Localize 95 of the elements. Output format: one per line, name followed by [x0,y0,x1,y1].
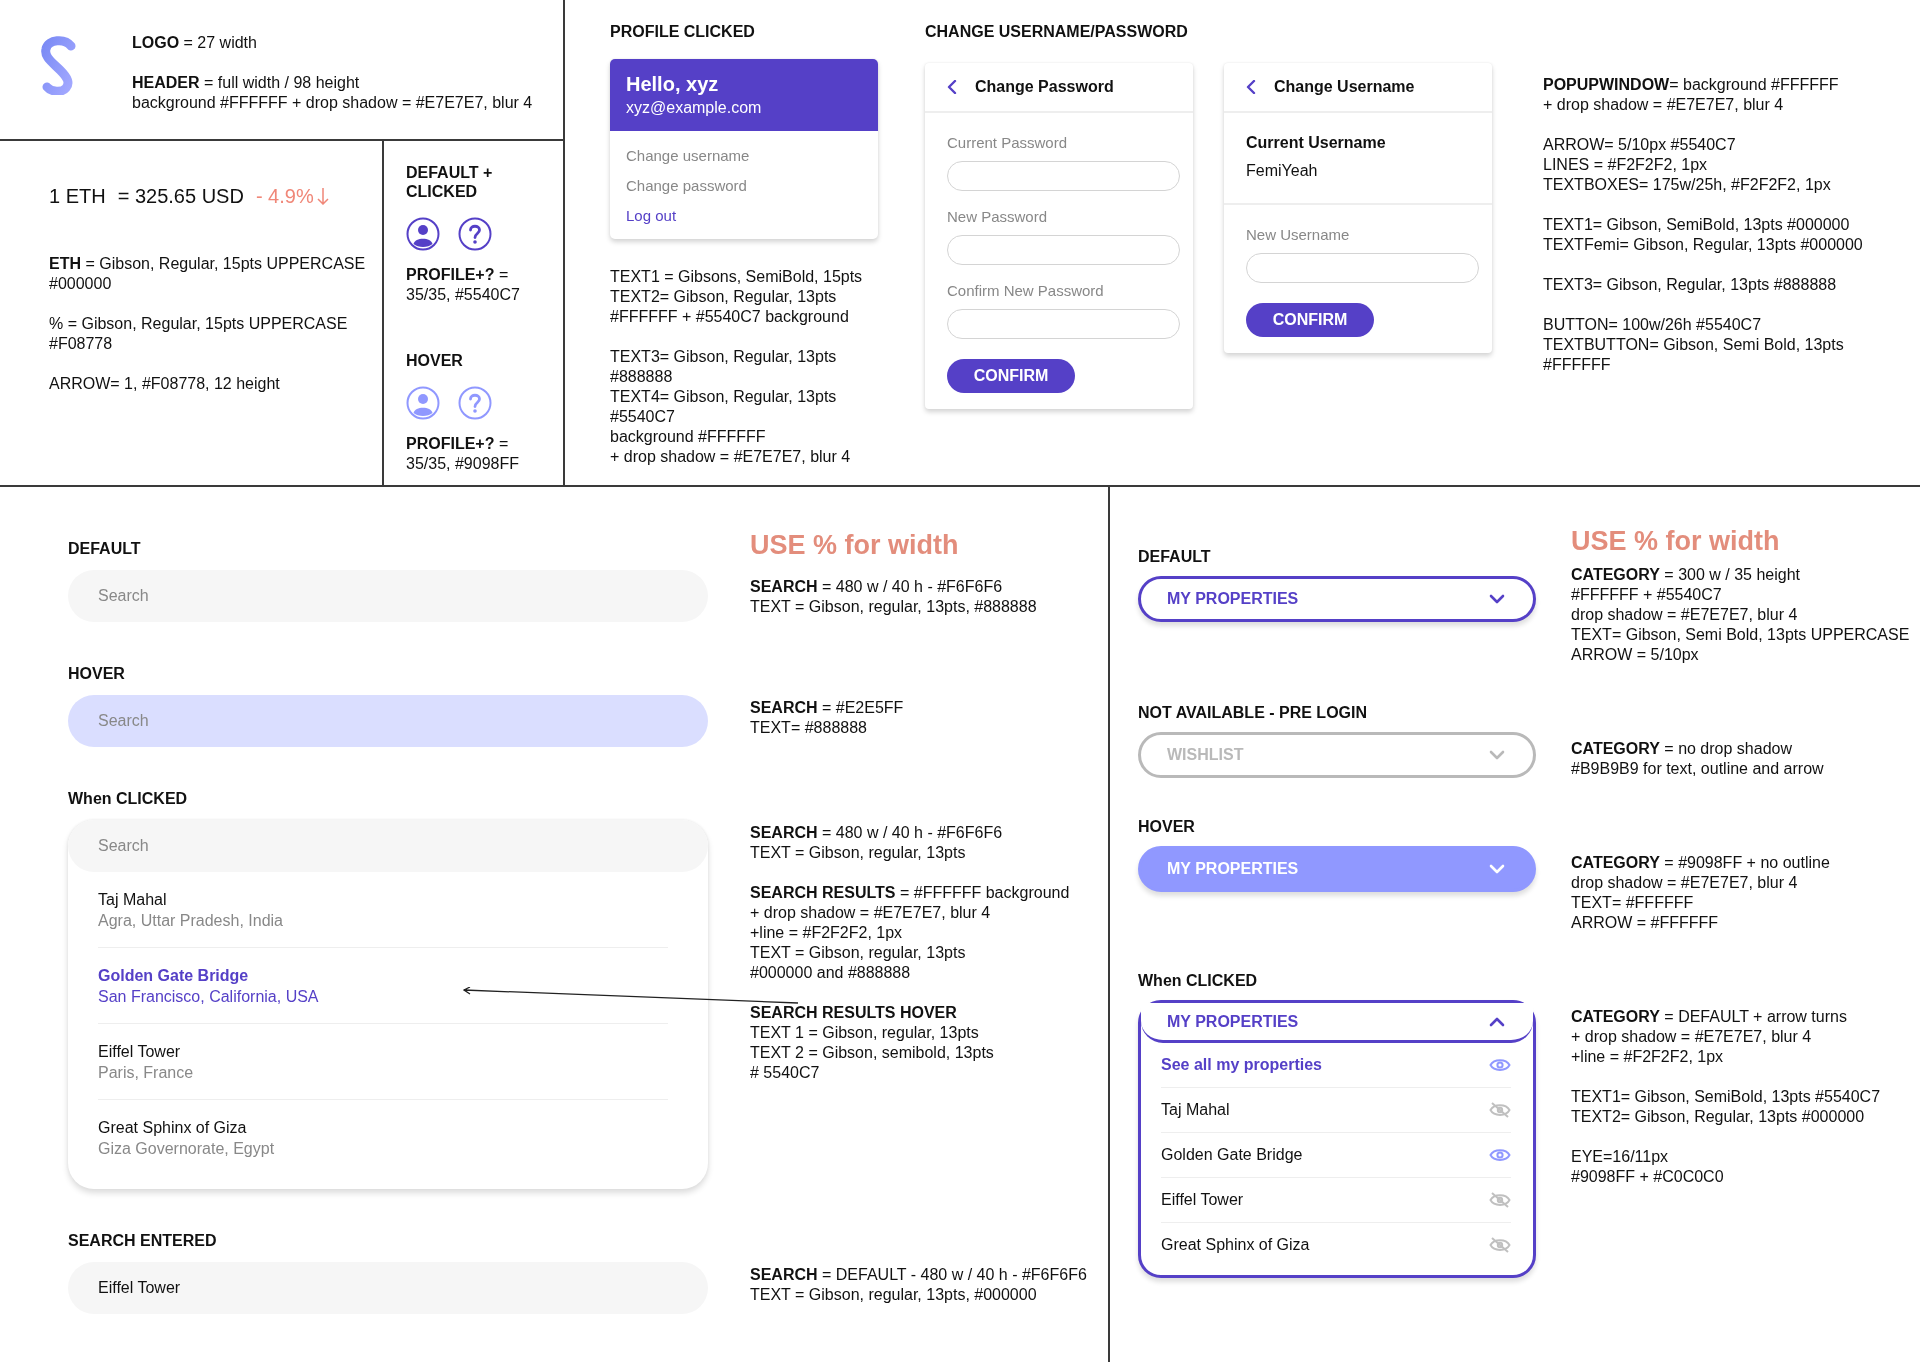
search-result[interactable]: Great Sphinx of Giza Giza Governorate, Egypt [98,1100,668,1175]
state-title: HOVER [1138,817,1196,836]
eye-slash-icon[interactable] [1489,1102,1511,1118]
eye-icon[interactable] [1489,1147,1511,1163]
spec-note: SEARCH = #E2E5FF TEXT= #888888 [750,698,905,738]
search-result[interactable]: Eiffel Tower Paris, France [98,1024,668,1100]
search-field[interactable]: Eiffel Tower [68,1262,708,1314]
spec-note: CATEGORY = DEFAULT + arrow turns + drop shadow = #E7E7E7, blur 4 +line = #F2F2F2, 1px [1571,1007,1848,1067]
state-title: NOT AVAILABLE - PRE LOGIN [1138,703,1369,722]
section-title: CHANGE USERNAME/PASSWORD [925,22,1189,41]
spec-note: % = Gibson, Regular, 15pts UPPERCASE #F08778 [49,314,349,354]
spec-note: CATEGORY = no drop shadow #B9B9B9 for text, outline and arrow [1571,739,1825,779]
chevron-icon [1489,749,1505,761]
price-change: - 4.9% [255,184,314,208]
input-field[interactable] [1246,253,1479,283]
state-title: DEFAULT [68,539,142,558]
dropdown-option[interactable]: Eiffel Tower [1161,1178,1511,1223]
result-name: Golden Gate Bridge [98,966,249,986]
chevron-icon [1489,1015,1505,1028]
field-label: New Password [947,207,1049,227]
field-label: Current Password [947,133,1069,153]
result-name: Eiffel Tower [98,1042,181,1062]
menu-item[interactable]: Change password [626,171,747,201]
spec-note: EYE=16/11px #9098FF + #C0C0C0 [1571,1147,1725,1187]
spec-note: SEARCH = 480 w / 40 h - #F6F6F6 TEXT = Gibson, regular, 13pts, #888888 [750,577,1038,617]
spec-note: PROFILE+? = 35/35, #5540C7 [406,265,521,305]
chevron-icon [1489,863,1505,875]
spec-note: SEARCH RESULTS = #FFFFFF background + drop shadow = #E7E7E7, blur 4 +line = #F2F2F2, 1px TEXT = Gibson, regular, 13pts #000000 and #888888 [750,883,1071,983]
profile-icon[interactable] [406,217,440,251]
spec-note: PROFILE+? = 35/35, #9098FF [406,434,520,474]
section-heading: USE % for width [750,529,960,561]
back-icon[interactable] [1246,80,1256,94]
confirm-button[interactable]: CONFIRM [1246,303,1374,337]
field-label: Confirm New Password [947,281,1105,301]
menu-item[interactable]: Change username [626,141,750,171]
spec-note: TEXT3= Gibson, Regular, 13pts #888888 [1543,275,1838,295]
section-heading: USE % for width [1571,525,1781,557]
spec-note: SEARCH RESULTS HOVER TEXT 1 = Gibson, regular, 13pts TEXT 2 = Gibson, semibold, 13pts # 5540C7 [750,1003,995,1083]
back-icon[interactable] [947,80,957,94]
spec-note: LOGO = 27 width [132,33,258,53]
spec-note: CATEGORY = #9098FF + no outline drop shadow = #E7E7E7, blur 4 TEXT= #FFFFFF ARROW = #FFFFFF [1571,853,1831,933]
result-location: Giza Governorate, Egypt [98,1139,275,1159]
spec-note: BUTTON= 100w/26h #5540C7 TEXTBUTTON= Gibson, Semi Bold, 13pts #FFFFFF [1543,315,1845,375]
category-dropdown[interactable]: MY PROPERTIES [1138,576,1536,622]
eye-slash-icon[interactable] [1489,1237,1511,1253]
state-title: HOVER [68,664,126,683]
dropdown-option[interactable]: Great Sphinx of Giza [1161,1223,1511,1267]
spec-note: TEXT1= Gibson, SemiBold, 13pts #000000 TEXTFemi= Gibson, Regular, 13pts #000000 [1543,215,1863,255]
result-location: Paris, France [98,1063,194,1083]
spec-note: CATEGORY = 300 w / 35 height #FFFFFF + #5540C7 drop shadow = #E7E7E7, blur 4 TEXT= Gibson, Semi Bold, 13pts UPPERCASE ARROW = 5/10px [1571,565,1911,665]
popup-title: Change Username [1274,77,1415,97]
search-result[interactable]: Taj Mahal Agra, Uttar Pradesh, India [98,872,668,948]
section-title: PROFILE CLICKED [610,22,756,41]
greeting: Hello, xyz [626,72,720,97]
state-title: DEFAULT + CLICKED [406,163,494,201]
state-title: When CLICKED [68,789,189,808]
help-icon[interactable] [458,217,492,251]
popup-title: Change Password [975,77,1114,97]
state-title: HOVER [406,351,464,370]
spec-note: TEXT1 = Gibsons, SemiBold, 15pts TEXT2= Gibson, Regular, 13pts #FFFFFF + #5540C7 background [610,267,864,327]
dropdown-option[interactable]: Golden Gate Bridge [1161,1133,1511,1178]
spec-note: ARROW= 1, #F08778, 12 height [49,374,281,394]
state-title: When CLICKED [1138,971,1259,990]
eye-icon[interactable] [1489,1057,1511,1073]
spec-note: ETH = Gibson, Regular, 15pts UPPERCASE #000000 [49,254,367,294]
state-title: DEFAULT [1138,547,1212,566]
email: xyz@example.com [626,98,763,118]
result-location: Agra, Uttar Pradesh, India [98,911,283,931]
result-name: Great Sphinx of Giza [98,1118,247,1138]
state-title: SEARCH ENTERED [68,1231,218,1250]
spec-note: POPUPWINDOW= background #FFFFFF + drop shadow = #E7E7E7, blur 4 [1543,75,1840,115]
price-label: 1 ETH [49,184,106,208]
eye-slash-icon[interactable] [1489,1192,1511,1208]
spec-note: TEXT1= Gibson, SemiBold, 13pts #5540C7 TEXT2= Gibson, Regular, 13pts #000000 [1571,1087,1882,1127]
result-name: Taj Mahal [98,890,167,910]
spec-note: SEARCH = 480 w / 40 h - #F6F6F6 TEXT = Gibson, regular, 13pts [750,823,1004,863]
confirm-button[interactable]: CONFIRM [947,359,1075,393]
logout-link[interactable]: Log out [626,201,677,231]
input-field[interactable] [947,309,1180,339]
search-result[interactable]: Golden Gate Bridge San Francisco, California, USA [98,948,668,1024]
spec-note: ARROW= 5/10px #5540C7 LINES = #F2F2F2, 1px TEXTBOXES= 175w/25h, #F2F2F2, 1px [1543,135,1832,195]
input-field[interactable] [947,235,1180,265]
input-field[interactable] [947,161,1180,191]
category-dropdown[interactable]: MY PROPERTIES [1141,1003,1533,1043]
result-location: San Francisco, California, USA [98,987,319,1007]
field-label: Current Username [1246,133,1387,153]
spec-note: SEARCH = DEFAULT - 480 w / 40 h - #F6F6F6 TEXT = Gibson, regular, 13pts, #000000 [750,1265,1088,1305]
dropdown-option[interactable]: Taj Mahal [1161,1088,1511,1133]
price-value: = 325.65 USD [117,184,244,208]
field-label: New Username [1246,225,1351,245]
spec-note: HEADER = full width / 98 height background #FFFFFF + drop shadow = #E7E7E7, blur 4 [132,73,533,113]
dropdown-option[interactable]: See all my properties [1161,1043,1511,1088]
spec-note: TEXT3= Gibson, Regular, 13pts #888888 TEXT4= Gibson, Regular, 13pts #5540C7 background #FFFFFF + drop shadow = #E7E7E7, blur 4 [610,347,852,467]
chevron-icon [1489,593,1505,605]
current-username: FemiYeah [1246,161,1319,181]
